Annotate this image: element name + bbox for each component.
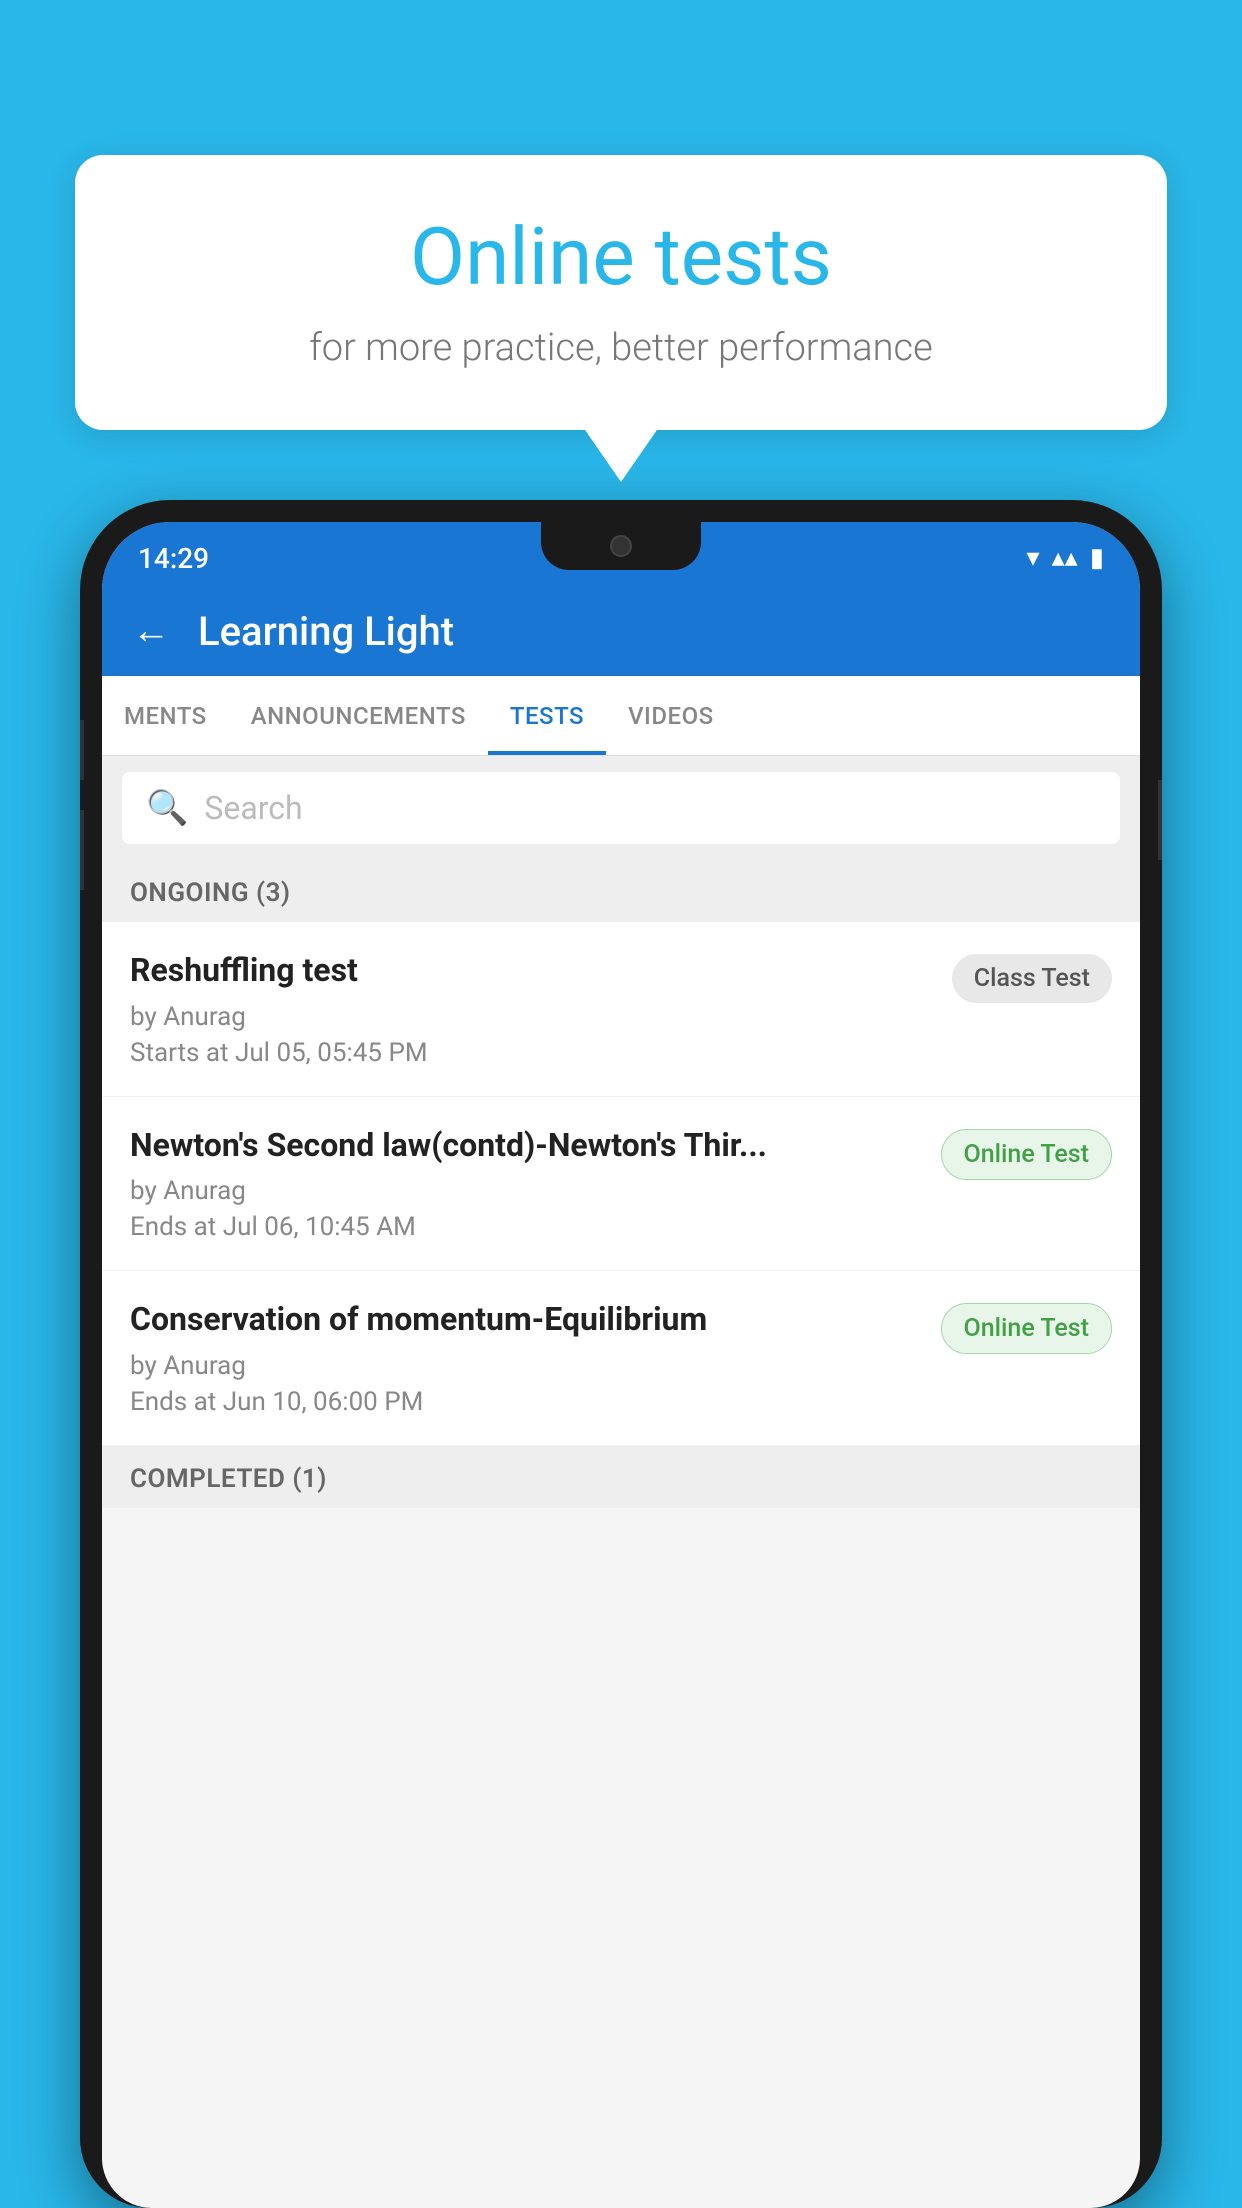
tab-videos[interactable]: VIDEOS [606, 676, 736, 755]
search-bar[interactable]: 🔍 Search [122, 772, 1120, 844]
tab-ments[interactable]: MENTS [102, 676, 229, 755]
back-button[interactable]: ← [132, 609, 170, 653]
test-by: by Anurag [130, 1351, 925, 1381]
search-container: 🔍 Search [102, 756, 1140, 860]
test-name: Reshuffling test [130, 950, 936, 992]
test-item[interactable]: Reshuffling test by Anurag Starts at Jul… [102, 922, 1140, 1097]
test-list: Reshuffling test by Anurag Starts at Jul… [102, 922, 1140, 1446]
test-badge-class: Class Test [952, 954, 1112, 1003]
test-date: Ends at Jun 10, 06:00 PM [130, 1387, 925, 1417]
test-info: Newton's Second law(contd)-Newton's Thir… [130, 1125, 925, 1243]
bubble-subtitle: for more practice, better performance [135, 326, 1107, 370]
test-badge-online: Online Test [941, 1129, 1112, 1180]
app-header: ← Learning Light [102, 586, 1140, 676]
test-info: Conservation of momentum-Equilibrium by … [130, 1299, 925, 1417]
test-date: Ends at Jul 06, 10:45 AM [130, 1212, 925, 1242]
test-by: by Anurag [130, 1002, 936, 1032]
power-button [1158, 780, 1162, 860]
search-placeholder: Search [204, 789, 302, 827]
tab-tests[interactable]: TESTS [488, 676, 606, 755]
phone-screen: 14:29 ▾ ▴▴ ▮ ← Learning Light MENTS ANNO… [102, 522, 1140, 2208]
wifi-icon: ▾ [1027, 543, 1040, 573]
signal-icon: ▴▴ [1052, 543, 1078, 573]
screen-content: 14:29 ▾ ▴▴ ▮ ← Learning Light MENTS ANNO… [102, 522, 1140, 2208]
completed-section-header: COMPLETED (1) [102, 1446, 1140, 1508]
tabs-bar: MENTS ANNOUNCEMENTS TESTS VIDEOS [102, 676, 1140, 756]
bubble-title: Online tests [135, 210, 1107, 304]
camera [610, 535, 632, 557]
test-item[interactable]: Conservation of momentum-Equilibrium by … [102, 1271, 1140, 1446]
status-time: 14:29 [138, 542, 209, 575]
status-icons: ▾ ▴▴ ▮ [1027, 543, 1104, 573]
tab-announcements[interactable]: ANNOUNCEMENTS [229, 676, 488, 755]
speech-bubble: Online tests for more practice, better p… [75, 155, 1167, 430]
test-by: by Anurag [130, 1176, 925, 1206]
volume-up-button [80, 720, 84, 780]
test-info: Reshuffling test by Anurag Starts at Jul… [130, 950, 936, 1068]
test-name: Conservation of momentum-Equilibrium [130, 1299, 925, 1341]
ongoing-section-header: ONGOING (3) [102, 860, 1140, 922]
test-name: Newton's Second law(contd)-Newton's Thir… [130, 1125, 925, 1167]
app-title: Learning Light [198, 608, 454, 655]
test-item[interactable]: Newton's Second law(contd)-Newton's Thir… [102, 1097, 1140, 1272]
battery-icon: ▮ [1090, 543, 1104, 573]
phone-frame: 14:29 ▾ ▴▴ ▮ ← Learning Light MENTS ANNO… [80, 500, 1162, 2208]
notch [541, 522, 701, 570]
test-badge-online-2: Online Test [941, 1303, 1112, 1354]
search-icon: 🔍 [146, 788, 188, 828]
test-date: Starts at Jul 05, 05:45 PM [130, 1038, 936, 1068]
volume-down-button [80, 810, 84, 890]
